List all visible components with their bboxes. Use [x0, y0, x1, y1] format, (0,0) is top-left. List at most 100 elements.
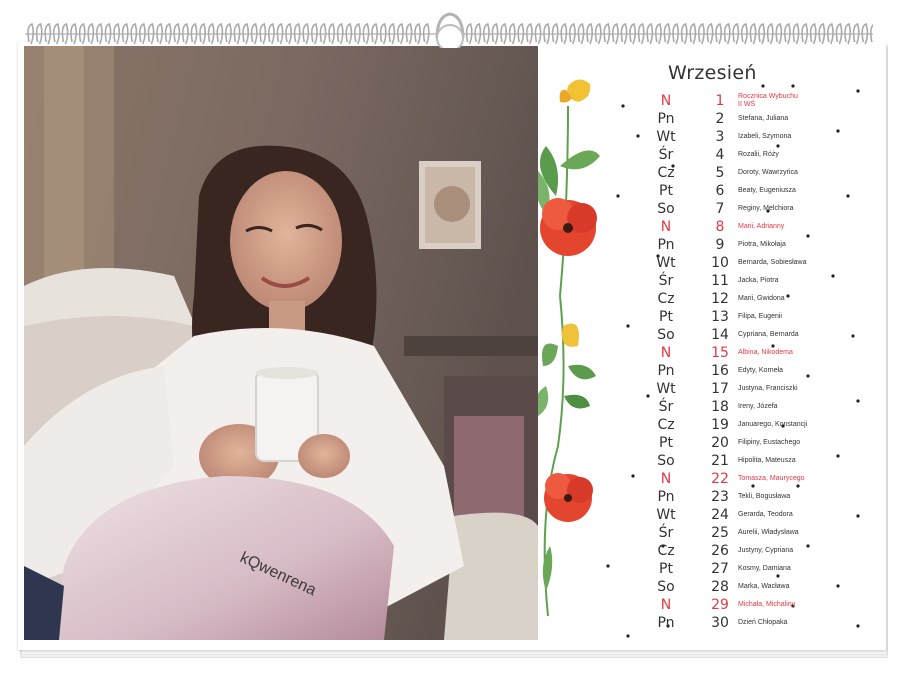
day-number: 14: [711, 327, 729, 343]
name-day-text: Albina, Nikodema: [738, 349, 793, 356]
weekday-label: Pn: [657, 111, 675, 127]
weekday-label: Śr: [658, 273, 674, 289]
name-day-text: Aurelii, Władysława: [738, 529, 799, 536]
day-number: 3: [715, 129, 725, 145]
calendar-day-row: So 28 Marka, Wacława: [538, 578, 883, 596]
day-number: 10: [711, 255, 729, 271]
day-number: 2: [715, 111, 725, 127]
name-day-text: Jacka, Piotra: [738, 277, 779, 284]
name-day-text: Marka, Wacława: [738, 583, 790, 590]
name-day-text: Edyty, Korneła: [738, 367, 784, 374]
day-number: 26: [711, 543, 729, 559]
name-day-text: Piotra, Mikołaja: [738, 241, 786, 248]
name-day-text: Januarego, Konstancji: [738, 421, 808, 428]
day-number: 25: [711, 525, 729, 541]
calendar-day-row: Wt 3 Izabeli, Szymona: [538, 128, 883, 146]
weekday-label: Śr: [658, 399, 674, 415]
calendar-day-row: Wt 17 Justyna, Franciszki: [538, 380, 883, 398]
day-number: 19: [711, 417, 729, 433]
day-number: 21: [711, 453, 729, 469]
calendar-day-row: Pt 20 Filipiny, Eustachego: [538, 434, 883, 452]
weekday-label: Wt: [656, 255, 676, 271]
weekday-label: N: [660, 471, 672, 487]
day-number: 1: [715, 93, 725, 109]
weekday-label: Cz: [657, 291, 675, 307]
name-day-text: Justyna, Franciszki: [738, 385, 798, 392]
name-day-text: Ireny, Józefa: [738, 403, 778, 410]
name-day-text: Stefana, Juliana: [738, 115, 789, 122]
calendar-day-row: N 22 Tomasza, Maurycego: [538, 470, 883, 488]
weekday-label: Śr: [658, 147, 674, 163]
weekday-label: N: [660, 93, 672, 109]
day-number: 6: [715, 183, 725, 199]
day-number: 12: [711, 291, 729, 307]
day-number: 30: [711, 615, 729, 631]
weekday-label: Pn: [657, 489, 675, 505]
name-day-text: Cypriana, Bernarda: [738, 331, 799, 338]
calendar-day-row: N 1 Rocznica Wybuchu II WŚ: [538, 92, 883, 110]
name-day-text: Kosmy, Damiana: [738, 565, 791, 572]
name-day-text: Marii, Gwidona: [738, 295, 785, 302]
calendar-day-row: N 15 Albina, Nikodema: [538, 344, 883, 362]
name-day-text: Reginy, Melchiora: [738, 205, 794, 212]
weekday-label: Cz: [657, 417, 675, 433]
weekday-label: Cz: [657, 543, 675, 559]
day-number: 7: [715, 201, 725, 217]
weekday-label: Śr: [658, 525, 674, 541]
day-number: 15: [711, 345, 729, 361]
weekday-label: Pn: [657, 237, 675, 253]
calendar-day-row: So 21 Hipolita, Mateusza: [538, 452, 883, 470]
month-title: Wrzesień: [668, 62, 757, 84]
calendar-day-row: Pn 16 Edyty, Korneła: [538, 362, 883, 380]
calendar-day-row: Śr 25 Aurelii, Władysława: [538, 524, 883, 542]
name-day-text: Tekli, Bogusława: [738, 493, 791, 500]
calendar-day-row: N 8 Marii, Adrianny: [538, 218, 883, 236]
calendar-panel: Wrzesień N 1 Rocznica Wybuchu II WŚ Pn 2 Stef…: [538, 46, 883, 640]
weekday-label: Pn: [657, 615, 675, 631]
day-number: 28: [711, 579, 729, 595]
name-day-text: Gerarda, Teodora: [738, 511, 793, 518]
weekday-label: N: [660, 597, 672, 613]
calendar-day-row: Wt 24 Gerarda, Teodora: [538, 506, 883, 524]
day-number: 13: [711, 309, 729, 325]
name-day-text: Rocznica Wybuchu II WŚ: [738, 93, 798, 108]
name-day-text: Doroty, Wawrzyńca: [738, 169, 798, 176]
name-day-text: Michała, Michaliny: [738, 601, 796, 608]
weekday-label: Pt: [659, 435, 673, 451]
calendar-day-row: Wt 10 Bernarda, Sobiesława: [538, 254, 883, 272]
name-day-text: Filipiny, Eustachego: [738, 439, 801, 446]
calendar-day-row: So 7 Reginy, Melchiora: [538, 200, 883, 218]
calendar-day-row: Pn 30 Dzień Chłopaka: [538, 614, 883, 632]
calendar-day-row: So 14 Cypriana, Bernarda: [538, 326, 883, 344]
day-number: 27: [711, 561, 729, 577]
calendar-day-row: Cz 12 Marii, Gwidona: [538, 290, 883, 308]
day-number: 20: [711, 435, 729, 451]
calendar-day-row: Cz 5 Doroty, Wawrzyńca: [538, 164, 883, 182]
name-day-text: Hipolita, Mateusza: [738, 457, 796, 464]
calendar-day-row: Pt 27 Kosmy, Damiana: [538, 560, 883, 578]
calendar-day-row: Śr 4 Rozalii, Róży: [538, 146, 883, 164]
day-number: 24: [711, 507, 729, 523]
weekday-label: N: [660, 345, 672, 361]
weekday-label: Cz: [657, 165, 675, 181]
calendar-day-row: Pt 13 Filipa, Eugenii: [538, 308, 883, 326]
calendar-day-row: Śr 18 Ireny, Józefa: [538, 398, 883, 416]
weekday-label: So: [657, 327, 675, 343]
name-day-text: Rozalii, Róży: [738, 151, 779, 158]
weekday-label: Wt: [656, 129, 676, 145]
wall-hanger-hook: [435, 12, 465, 48]
weekday-label: So: [657, 453, 675, 469]
name-day-text: Justyny, Cypriana: [738, 547, 794, 554]
day-number: 23: [711, 489, 729, 505]
day-number: 16: [711, 363, 729, 379]
calendar-day-row: Śr 11 Jacka, Piotra: [538, 272, 883, 290]
photo-panel: kQwenrena: [24, 46, 538, 640]
calendar-day-row: Cz 26 Justyny, Cypriana: [538, 542, 883, 560]
weekday-label: N: [660, 219, 672, 235]
weekday-label: Pt: [659, 561, 673, 577]
name-day-text: Filipa, Eugenii: [738, 313, 782, 320]
weekday-label: Pt: [659, 309, 673, 325]
weekday-label: So: [657, 579, 675, 595]
calendar-day-row: Pn 2 Stefana, Juliana: [538, 110, 883, 128]
calendar-day-row: N 29 Michała, Michaliny: [538, 596, 883, 614]
